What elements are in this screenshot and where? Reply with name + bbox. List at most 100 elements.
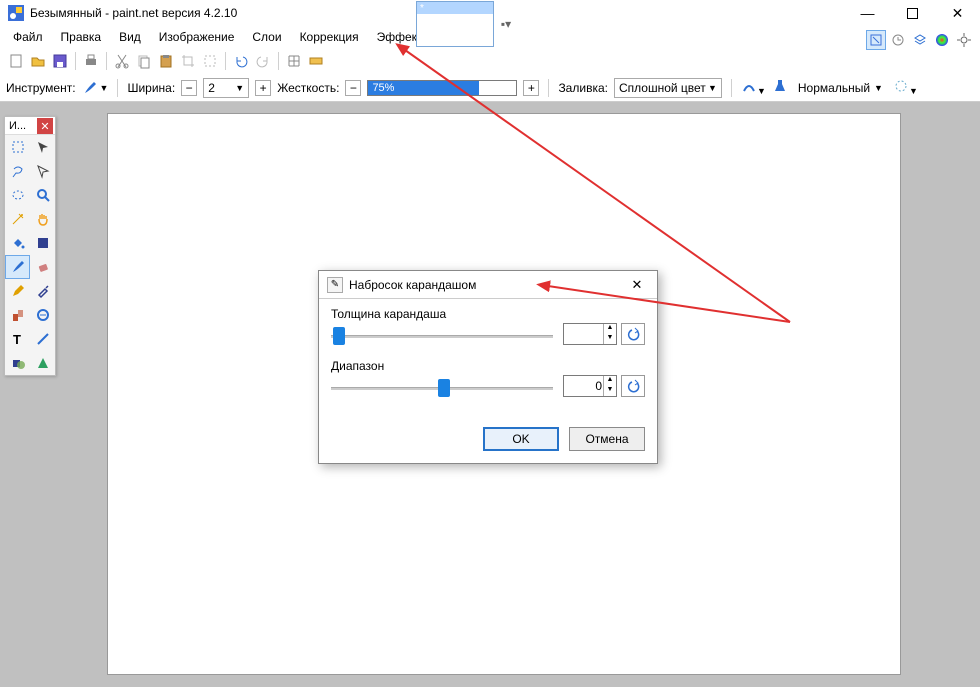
tool-eraser[interactable]	[30, 255, 55, 279]
param2-slider[interactable]	[331, 377, 553, 399]
eyedropper-icon	[35, 283, 51, 299]
tool-pencil[interactable]	[5, 279, 30, 303]
ruler-icon[interactable]	[306, 51, 326, 71]
tool-selector[interactable]: ▼	[82, 80, 109, 96]
tool-eyedropper[interactable]	[30, 279, 55, 303]
crop-icon[interactable]	[178, 51, 198, 71]
image-tab-current[interactable]	[416, 1, 494, 47]
hardness-label: Жесткость:	[277, 81, 339, 95]
tool-zoom[interactable]	[30, 183, 55, 207]
deselect-icon[interactable]	[200, 51, 220, 71]
reset-icon	[626, 327, 640, 341]
hardness-increase[interactable]: +	[523, 80, 539, 96]
new-file-icon[interactable]	[6, 51, 26, 71]
tool-move-selection[interactable]	[30, 159, 55, 183]
hardness-slider[interactable]: 75%	[367, 80, 517, 96]
fill-label: Заливка:	[558, 81, 608, 95]
menu-layers[interactable]: Слои	[243, 27, 290, 47]
brush-icon	[82, 80, 98, 96]
settings-button[interactable]	[954, 30, 974, 50]
dialog-close-button[interactable]: ✕	[625, 275, 649, 295]
move-selection-icon	[35, 163, 51, 179]
main-toolbar	[0, 48, 980, 74]
width-combo[interactable]: 2▼	[203, 78, 249, 98]
menu-correction[interactable]: Коррекция	[291, 27, 368, 47]
param2-input[interactable]: 0▲▼	[563, 375, 617, 397]
menu-view[interactable]: Вид	[110, 27, 150, 47]
copy-icon[interactable]	[134, 51, 154, 71]
menu-file[interactable]: Файл	[4, 27, 52, 47]
history-panel-toggle[interactable]	[888, 30, 908, 50]
cut-icon[interactable]	[112, 51, 132, 71]
rect-select-icon	[10, 139, 26, 155]
menu-image[interactable]: Изображение	[150, 27, 244, 47]
param1-reset[interactable]	[621, 323, 645, 345]
antialias-toggle[interactable]: ▼	[741, 78, 766, 97]
tool-shapes[interactable]	[5, 351, 30, 375]
grid-icon[interactable]	[284, 51, 304, 71]
ellipse-select-icon	[10, 187, 26, 203]
line-icon	[35, 331, 51, 347]
tool-ellipse-select[interactable]	[5, 183, 30, 207]
tool-rect-select[interactable]	[5, 135, 30, 159]
lasso-icon	[10, 163, 26, 179]
width-increase[interactable]: +	[255, 80, 271, 96]
redo-icon[interactable]	[253, 51, 273, 71]
param1-input[interactable]: ▲▼	[563, 323, 617, 345]
selection-mode[interactable]: ▼	[893, 78, 918, 97]
tool-magic-wand[interactable]	[5, 207, 30, 231]
move-select-icon	[35, 139, 51, 155]
param2-reset[interactable]	[621, 375, 645, 397]
pencil-icon	[10, 283, 26, 299]
tool-clone[interactable]	[5, 303, 30, 327]
layers-panel-toggle[interactable]	[910, 30, 930, 50]
tools-window-close[interactable]: ✕	[37, 118, 53, 134]
paste-icon[interactable]	[156, 51, 176, 71]
save-file-icon[interactable]	[50, 51, 70, 71]
zoom-icon	[35, 187, 51, 203]
fill-combo[interactable]: Сплошной цвет▼	[614, 78, 722, 98]
window-close-button[interactable]: ✕	[935, 0, 980, 26]
hardness-decrease[interactable]: −	[345, 80, 361, 96]
dialog-titlebar[interactable]: ✎ Набросок карандашом ✕	[319, 271, 657, 299]
fill-icon	[10, 235, 26, 251]
new-image-button[interactable]: ▪▾	[498, 16, 514, 32]
tool-pan[interactable]	[30, 207, 55, 231]
tool-recolor[interactable]	[30, 303, 55, 327]
utility-toggles	[866, 30, 974, 50]
open-file-icon[interactable]	[28, 51, 48, 71]
tool-brush[interactable]	[5, 255, 30, 279]
blend-combo[interactable]: Нормальный▼	[794, 78, 887, 98]
dialog-icon: ✎	[327, 277, 343, 293]
undo-icon[interactable]	[231, 51, 251, 71]
tools-panel-toggle[interactable]	[866, 30, 886, 50]
svg-text:T: T	[13, 332, 21, 347]
tool-text[interactable]: T	[5, 327, 30, 351]
param1-slider[interactable]	[331, 325, 553, 347]
tool-gradient[interactable]	[30, 231, 55, 255]
blend-icon[interactable]	[772, 78, 788, 97]
colors-panel-toggle[interactable]	[932, 30, 952, 50]
tool-shapes2[interactable]	[30, 351, 55, 375]
dialog-ok-button[interactable]: OK	[483, 427, 559, 451]
minimize-button[interactable]: —	[845, 0, 890, 26]
app-icon	[8, 5, 24, 21]
tools-window: И... ✕ T	[4, 116, 56, 376]
recolor-icon	[35, 307, 51, 323]
tool-lasso[interactable]	[5, 159, 30, 183]
width-decrease[interactable]: −	[181, 80, 197, 96]
clone-icon	[10, 307, 26, 323]
flask-icon	[772, 78, 788, 94]
reset-icon	[626, 379, 640, 393]
menu-edit[interactable]: Правка	[52, 27, 111, 47]
dialog-cancel-button[interactable]: Отмена	[569, 427, 645, 451]
tool-move-select[interactable]	[30, 135, 55, 159]
param1-label: Толщина карандаша	[331, 307, 645, 321]
magic-wand-icon	[10, 211, 26, 227]
gradient-icon	[35, 235, 51, 251]
width-label: Ширина:	[127, 81, 175, 95]
maximize-button[interactable]	[890, 0, 935, 26]
tool-fill[interactable]	[5, 231, 30, 255]
print-icon[interactable]	[81, 51, 101, 71]
tool-line[interactable]	[30, 327, 55, 351]
